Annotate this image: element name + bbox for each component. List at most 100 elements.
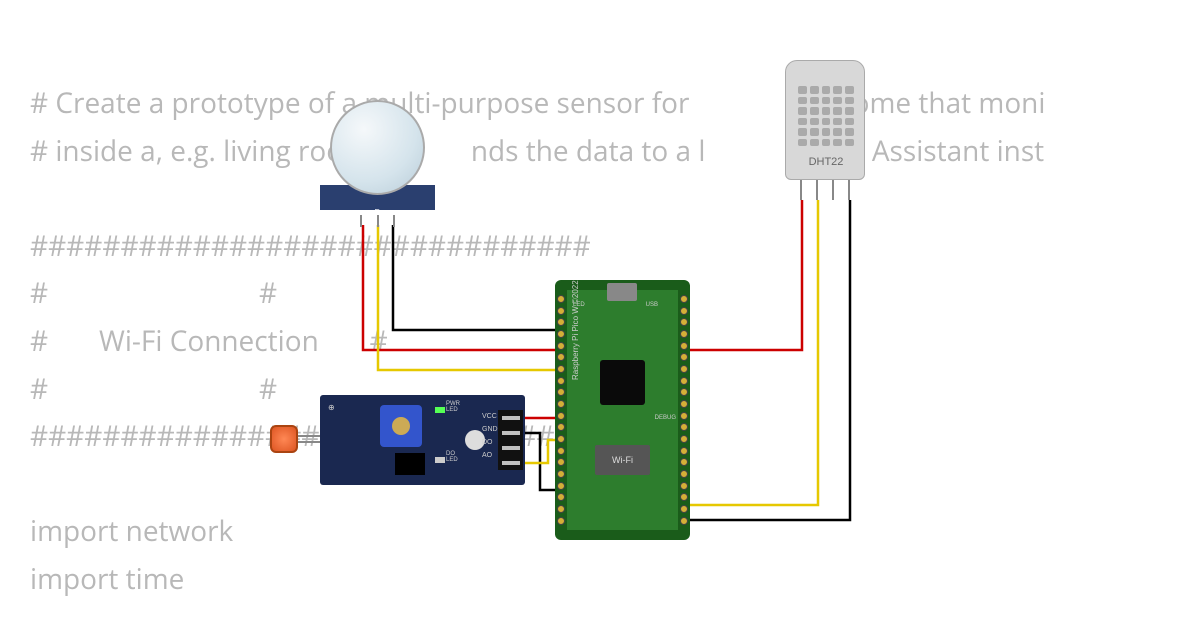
dht-slot bbox=[845, 128, 854, 136]
pico-debug-label: DEBUG bbox=[655, 415, 676, 421]
ldr-label-do: DO bbox=[482, 439, 498, 446]
pico-pin bbox=[680, 482, 688, 490]
ldr-photoresistor bbox=[270, 425, 298, 453]
dht-pin bbox=[816, 180, 818, 200]
ldr-header-pin bbox=[502, 416, 520, 420]
pico-pin bbox=[680, 318, 688, 326]
dht-slot bbox=[822, 86, 831, 94]
wire-pir-gnd bbox=[393, 225, 555, 330]
dht-slot bbox=[845, 118, 854, 126]
pico-usb-port bbox=[607, 283, 637, 301]
component-pir-sensor[interactable]: + D − bbox=[320, 100, 435, 215]
pico-pin bbox=[680, 307, 688, 315]
pico-rp2040-chip bbox=[600, 360, 645, 405]
pir-lead bbox=[377, 215, 379, 227]
pico-pin bbox=[680, 400, 688, 408]
ldr-comparator-chip bbox=[395, 453, 425, 475]
dht-slot bbox=[845, 107, 854, 115]
dht-slot bbox=[798, 107, 807, 115]
pico-pin bbox=[680, 447, 688, 455]
dht-slot bbox=[810, 118, 819, 126]
dht-slot bbox=[822, 97, 831, 105]
pico-pcb bbox=[567, 290, 678, 530]
ldr-potentiometer bbox=[380, 405, 422, 447]
pico-led-label: LED bbox=[573, 302, 585, 308]
ldr-mount-labels: ⊕ bbox=[328, 403, 335, 412]
dht-slot bbox=[833, 86, 842, 94]
dht-slot bbox=[810, 128, 819, 136]
pico-pin bbox=[557, 505, 565, 513]
dht-slot bbox=[822, 107, 831, 115]
pico-pin bbox=[680, 423, 688, 431]
wire-pir-data bbox=[378, 225, 555, 370]
dht-slot bbox=[798, 128, 807, 136]
dht-slot bbox=[845, 86, 854, 94]
pico-pin bbox=[680, 295, 688, 303]
pico-pin bbox=[680, 353, 688, 361]
pico-pin bbox=[557, 307, 565, 315]
dht-pin bbox=[800, 180, 802, 200]
ldr-sensor-leads bbox=[298, 435, 320, 443]
pir-leads bbox=[360, 215, 395, 227]
pico-wifi-module: Wi-Fi bbox=[595, 445, 650, 475]
dht-pins bbox=[800, 180, 850, 200]
pico-pin bbox=[680, 342, 688, 350]
wire-ldr-ao bbox=[525, 440, 555, 463]
ldr-label-ao: AO bbox=[482, 452, 498, 459]
ldr-header-pin bbox=[502, 461, 520, 465]
dht-slot bbox=[810, 107, 819, 115]
pico-pin bbox=[557, 435, 565, 443]
pico-pin bbox=[680, 470, 688, 478]
pico-pin bbox=[680, 365, 688, 373]
pico-pin bbox=[557, 517, 565, 525]
dht-slot bbox=[833, 107, 842, 115]
ldr-label-gnd: GND bbox=[482, 426, 498, 433]
pico-pin bbox=[557, 482, 565, 490]
pico-pin bbox=[557, 318, 565, 326]
component-pico-w[interactable]: Wi-Fi Raspberry Pi Pico W ©2022 DEBUG LE… bbox=[555, 280, 690, 540]
dht-slot bbox=[822, 128, 831, 136]
dht-slot bbox=[833, 97, 842, 105]
pir-fresnel-dome bbox=[330, 100, 425, 195]
ldr-pwr-led-label: PWRLED bbox=[446, 401, 460, 413]
pico-pin bbox=[680, 330, 688, 338]
pico-pin bbox=[557, 342, 565, 350]
wire-dht-vcc bbox=[690, 200, 802, 350]
ldr-power-led bbox=[435, 407, 445, 413]
pico-pin bbox=[680, 458, 688, 466]
pico-pin bbox=[557, 493, 565, 501]
ldr-pin-labels: VCC GND DO AO bbox=[482, 413, 498, 459]
pir-lead bbox=[393, 215, 395, 227]
pico-pin bbox=[557, 412, 565, 420]
pico-pin bbox=[680, 493, 688, 501]
pico-pin bbox=[557, 353, 565, 361]
pico-pin bbox=[680, 377, 688, 385]
component-ldr-module[interactable]: ⊕ VCC GND DO AO PWRLED DOLED bbox=[270, 395, 525, 485]
dht-slot bbox=[845, 97, 854, 105]
dht-slot bbox=[798, 118, 807, 126]
dht-pin bbox=[848, 180, 850, 200]
ldr-do-led bbox=[435, 457, 445, 463]
pico-silk-text: Raspberry Pi Pico W ©2022 bbox=[571, 280, 580, 380]
component-dht22[interactable]: DHT22 bbox=[785, 60, 865, 200]
pico-pin bbox=[557, 295, 565, 303]
wire-pir-vcc bbox=[363, 225, 555, 350]
pico-pin bbox=[680, 505, 688, 513]
dht-slot bbox=[798, 139, 807, 147]
ldr-mount-hole: ⊕ bbox=[328, 403, 335, 412]
ldr-header-pin bbox=[502, 446, 520, 450]
ldr-do-led-label: DOLED bbox=[446, 451, 458, 463]
pico-pin bbox=[557, 400, 565, 408]
pico-pin bbox=[557, 458, 565, 466]
dht-slot bbox=[798, 97, 807, 105]
pico-pin bbox=[680, 435, 688, 443]
pico-pin bbox=[557, 365, 565, 373]
pico-pin bbox=[557, 377, 565, 385]
pico-pin bbox=[557, 447, 565, 455]
dht-grille bbox=[798, 86, 854, 146]
pico-pin bbox=[557, 423, 565, 431]
pico-pin bbox=[557, 470, 565, 478]
dht-slot bbox=[810, 86, 819, 94]
pico-pin bbox=[680, 388, 688, 396]
pico-pin bbox=[680, 517, 688, 525]
